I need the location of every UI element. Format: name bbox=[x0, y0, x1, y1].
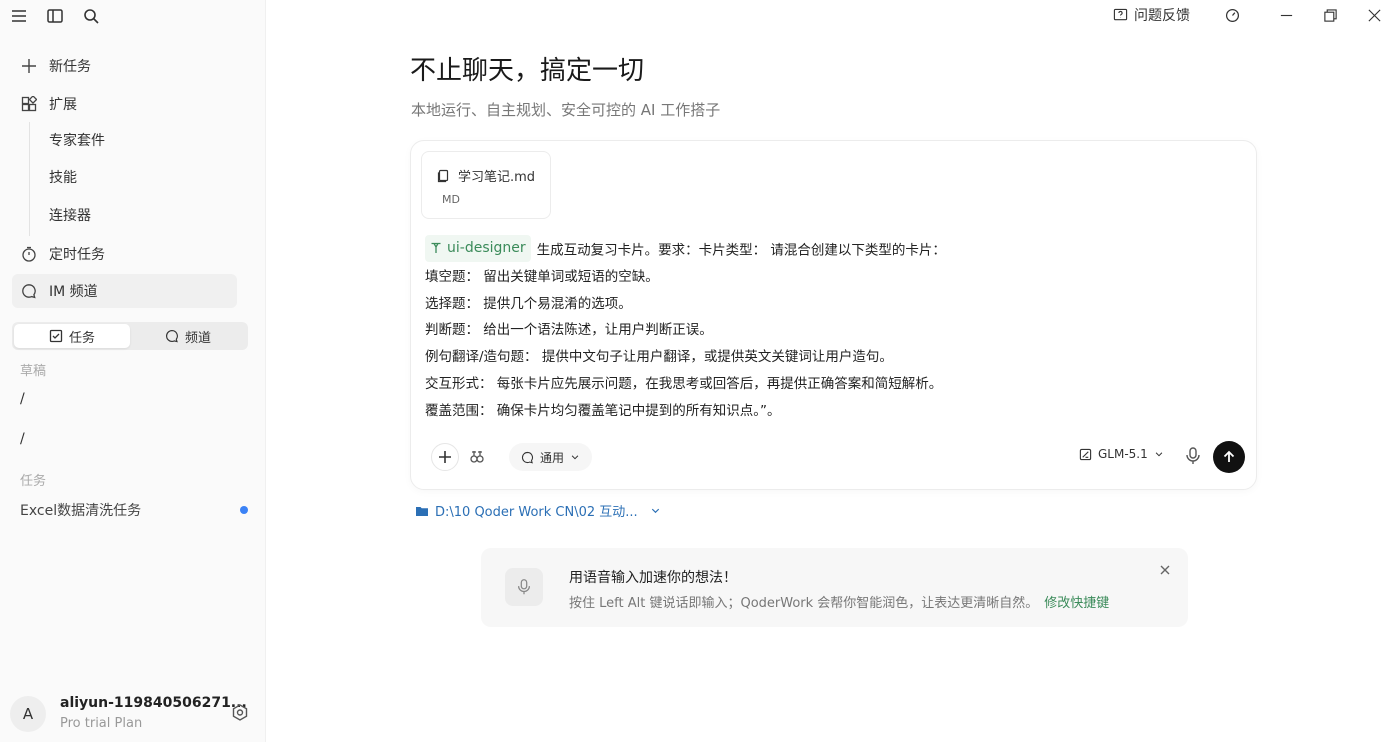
arrow-up-icon bbox=[1223, 450, 1235, 462]
timer-icon bbox=[20, 245, 38, 263]
nav-scheduled-tasks-label: 定时任务 bbox=[49, 247, 105, 263]
file-icon bbox=[437, 169, 449, 182]
microphone-icon[interactable] bbox=[1183, 446, 1203, 466]
attachment-card[interactable]: 学习笔记.md MD bbox=[421, 151, 551, 219]
speed-icon[interactable] bbox=[1210, 0, 1254, 30]
voice-input-tip: 用语音输入加速你的想法！ 按住 Left Alt 键说话即输入；QoderWor… bbox=[481, 548, 1188, 627]
tip-body: 按住 Left Alt 键说话即输入；QoderWork 会帮你智能润色，让表达… bbox=[569, 596, 1039, 611]
task-channel-switch: 任务 频道 bbox=[12, 322, 248, 350]
sidebar-toolbar bbox=[6, 4, 104, 28]
user-profile[interactable]: A aliyun-119840506271... Pro trial Plan bbox=[10, 694, 260, 734]
restore-button[interactable] bbox=[1308, 0, 1352, 30]
sidebar: 新任务 扩展 专家套件 技能 连接器 定时任务 IM 频道 任务 频道 草稿 /… bbox=[0, 0, 266, 742]
change-shortcut-link[interactable]: 修改快捷键 bbox=[1044, 596, 1109, 611]
prompt-composer: 学习笔记.md MD ui-designer 生成互动复习卡片。要求：卡片类型：… bbox=[410, 140, 1257, 490]
skill-chip[interactable]: ui-designer bbox=[425, 235, 531, 262]
user-plan: Pro trial Plan bbox=[60, 716, 143, 731]
nav-im-channels[interactable]: IM 频道 bbox=[12, 274, 237, 308]
add-attachment-button[interactable] bbox=[431, 443, 459, 471]
chat-icon bbox=[20, 282, 38, 300]
user-name: aliyun-119840506271... bbox=[60, 695, 247, 711]
chat-icon bbox=[522, 451, 533, 463]
close-button[interactable] bbox=[1352, 0, 1396, 30]
send-button[interactable] bbox=[1213, 441, 1245, 473]
model-icon bbox=[1079, 448, 1092, 460]
submenu-guide-line bbox=[29, 122, 30, 236]
nav-im-channels-label: IM 频道 bbox=[49, 284, 98, 300]
sub-item-expert-kit[interactable]: 专家套件 bbox=[49, 131, 105, 151]
skill-icon bbox=[431, 243, 441, 254]
prompt-input[interactable]: ui-designer 生成互动复习卡片。要求：卡片类型： 请混合创建以下类型的… bbox=[425, 235, 1225, 424]
segment-channels-label: 频道 bbox=[184, 330, 211, 346]
draft-item[interactable]: / bbox=[20, 431, 25, 447]
workspace-path: D:\10 Qoder Work CN\02 互动... bbox=[435, 505, 638, 520]
nav-scheduled-tasks[interactable]: 定时任务 bbox=[12, 237, 237, 271]
tip-title: 用语音输入加速你的想法！ bbox=[569, 570, 737, 586]
prompt-line: 判断题： 给出一个语法陈述，让用户判断正误。 bbox=[425, 322, 713, 339]
model-label: GLM-5.1 bbox=[1098, 447, 1148, 461]
task-item-label: Excel数据清洗任务 bbox=[20, 503, 142, 519]
skill-chip-label: ui-designer bbox=[447, 240, 526, 256]
mode-label: 通用 bbox=[540, 450, 565, 465]
chevron-down-icon bbox=[1155, 452, 1163, 457]
extension-icon bbox=[20, 95, 38, 113]
page-title: 不止聊天，搞定一切 bbox=[410, 56, 645, 86]
segment-tasks-label: 任务 bbox=[68, 330, 95, 346]
draft-item[interactable]: / bbox=[20, 391, 25, 407]
sub-item-connectors[interactable]: 连接器 bbox=[49, 206, 91, 226]
prompt-text: 生成互动复习卡片。要求：卡片类型： 请混合创建以下类型的卡片： bbox=[536, 242, 946, 259]
page-subtitle: 本地运行、自主规划、安全可控的 AI 工作搭子 bbox=[411, 101, 721, 119]
nav-extensions[interactable]: 扩展 bbox=[12, 87, 237, 121]
prompt-line: 选择题： 提供几个易混淆的选项。 bbox=[425, 295, 632, 312]
attachment-name-row: 学习笔记.md bbox=[436, 166, 535, 185]
mode-selector[interactable]: 通用 bbox=[509, 443, 593, 471]
segment-channels[interactable]: 频道 bbox=[130, 324, 246, 348]
prompt-line-1: ui-designer 生成互动复习卡片。要求：卡片类型： 请混合创建以下类型的… bbox=[425, 235, 1225, 264]
title-bar: 问题反馈 bbox=[1113, 0, 1400, 30]
attachment-type: MD bbox=[442, 193, 460, 206]
nav-new-task-label: 新任务 bbox=[49, 59, 91, 75]
prompt-line: 交互形式： 每张卡片应先展示问题，在我思考或回答后，再提供正确答案和简短解析。 bbox=[425, 375, 943, 392]
feedback-button[interactable]: 问题反馈 bbox=[1113, 5, 1190, 25]
folder-icon bbox=[416, 506, 428, 516]
feedback-icon bbox=[1113, 8, 1128, 20]
nav-extensions-label: 扩展 bbox=[49, 97, 77, 113]
microphone-icon bbox=[505, 568, 543, 606]
prompt-line: 例句翻译/造句题： 提供中文句子让用户翻译，或提供英文关键词让用户造句。 bbox=[425, 349, 893, 366]
tasks-section-label: 任务 bbox=[20, 474, 47, 489]
attachment-filename: 学习笔记.md bbox=[458, 170, 536, 185]
segment-tasks[interactable]: 任务 bbox=[14, 324, 130, 348]
plus-icon bbox=[20, 57, 38, 75]
search-icon[interactable] bbox=[78, 4, 104, 28]
avatar[interactable]: A bbox=[10, 696, 46, 732]
model-selector[interactable]: GLM-5.1 bbox=[1079, 447, 1164, 461]
workspace-path-selector[interactable]: D:\10 Qoder Work CN\02 互动... bbox=[415, 501, 661, 520]
nav-new-task[interactable]: 新任务 bbox=[12, 49, 237, 83]
drafts-section-label: 草稿 bbox=[20, 364, 47, 379]
sub-item-skills[interactable]: 技能 bbox=[49, 168, 77, 188]
feedback-label: 问题反馈 bbox=[1134, 8, 1190, 24]
chevron-down-icon bbox=[651, 508, 659, 514]
prompt-line: 填空题： 留出关键单词或短语的空缺。 bbox=[425, 269, 659, 286]
menu-icon[interactable] bbox=[6, 4, 32, 28]
settings-icon[interactable] bbox=[230, 703, 250, 723]
checkbox-icon bbox=[49, 329, 63, 343]
plus-icon bbox=[439, 451, 451, 463]
unread-dot bbox=[240, 506, 248, 514]
task-item[interactable]: Excel数据清洗任务 bbox=[20, 500, 248, 520]
prompt-line: 覆盖范围： 确保卡片均匀覆盖笔记中提到的所有知识点。”。 bbox=[425, 402, 781, 419]
minimize-button[interactable] bbox=[1264, 0, 1308, 30]
chat-icon bbox=[166, 330, 178, 343]
sidebar-toggle-icon[interactable] bbox=[42, 4, 68, 28]
tip-body-row: 按住 Left Alt 键说话即输入；QoderWork 会帮你智能润色，让表达… bbox=[569, 592, 1109, 611]
close-icon[interactable] bbox=[1157, 562, 1173, 578]
skills-toggle-icon[interactable] bbox=[467, 447, 487, 467]
chevron-down-icon bbox=[571, 455, 579, 460]
